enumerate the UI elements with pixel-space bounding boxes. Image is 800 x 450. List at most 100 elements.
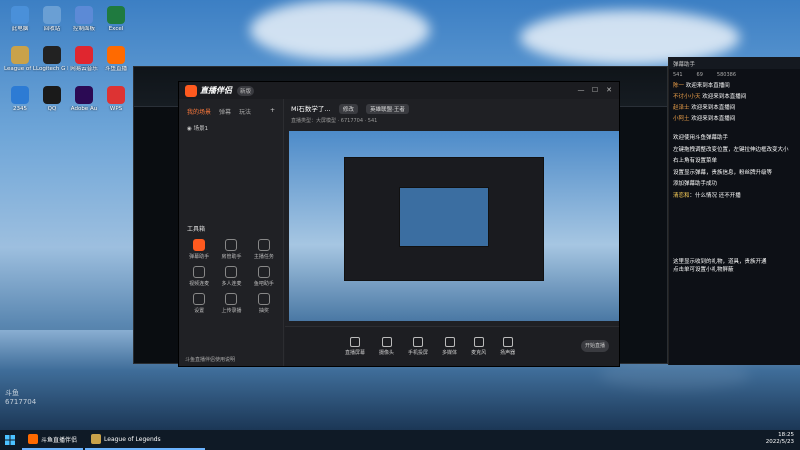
danmaku-title: 弹幕助手 <box>669 57 800 69</box>
app-name: 直播伴侣 <box>200 86 232 95</box>
fans-count: 69 <box>696 72 703 78</box>
tool-item[interactable]: 主播任务 <box>248 239 280 260</box>
tool-item[interactable]: 多人连麦 <box>215 266 247 287</box>
tool-item[interactable]: 视频连麦 <box>183 266 215 287</box>
app-titlebar: 直播伴侣 新版 — ☐ ✕ <box>179 82 619 99</box>
add-scene-icon[interactable]: + <box>270 107 275 116</box>
danmaku-notice: 欢迎使用斗鱼弹幕助手 <box>673 135 729 141</box>
source-button[interactable]: 扬声器 <box>500 337 515 356</box>
stream-meta: 直播类型：大屏模型 · 6717704 · 541 <box>291 118 378 124</box>
system-clock[interactable]: 18:25 2022/5/23 <box>766 432 794 446</box>
app-main-area: Mi石数学了... 修改 英雄联盟·王者 直播类型：大屏模型 · 6717704… <box>285 99 619 366</box>
source-button[interactable]: 麦克风 <box>471 337 486 356</box>
streaming-app-window[interactable]: 直播伴侣 新版 — ☐ ✕ 我的场景 弹幕 玩法 + ◉ 场景1 工具箱 弹幕助… <box>178 81 620 367</box>
scene-item[interactable]: ◉ 场景1 <box>179 120 283 136</box>
tool-item[interactable]: 上传录播 <box>215 293 247 314</box>
windows-start-icon[interactable] <box>0 430 20 450</box>
danmaku-panel[interactable]: 弹幕助手 541 69 580386 陈一 欢迎来到本直播间不讨小小天 欢迎来到… <box>668 57 800 365</box>
desktop-icon-label: WPS <box>109 106 123 112</box>
desktop-icon[interactable]: Logitech G HUB <box>36 46 68 72</box>
tool-icon <box>225 293 238 305</box>
desktop-icon[interactable]: 斗鱼直播 <box>100 46 132 72</box>
tab-danmaku[interactable]: 弹幕 <box>219 107 231 116</box>
app-logo-icon <box>185 84 197 97</box>
taskbar-item-douyu[interactable]: 斗鱼直播伴侣 <box>22 430 84 450</box>
desktop-icon-image <box>75 86 93 104</box>
desktop-icon-image <box>43 46 61 64</box>
danmaku-message: 赵泽士 欢迎来到本直播间 <box>669 103 800 114</box>
start-live-button[interactable]: 开始直播 <box>581 340 609 352</box>
danmaku-user: 不讨小小天 <box>673 94 701 100</box>
desktop-icon-image <box>75 6 93 24</box>
desktop-icon[interactable]: 控制面板 <box>68 6 100 32</box>
stream-info: Mi石数学了... 修改 英雄联盟·王者 直播类型：大屏模型 · 6717704… <box>285 99 619 125</box>
desktop-icon[interactable]: Adobe Au <box>68 86 100 112</box>
danmaku-stats: 541 69 580386 <box>669 69 800 81</box>
source-icon <box>444 337 455 347</box>
desktop-icon-label: 此电脑 <box>11 26 29 32</box>
source-button[interactable]: 摄像头 <box>379 337 394 356</box>
desktop-icon[interactable]: League of Legends <box>4 46 36 72</box>
tool-icon <box>193 239 206 251</box>
tool-label: 视频连麦 <box>189 281 210 287</box>
danmaku-notice-line: 设置显示弹幕，贵族信息，粉丝牌升级等 <box>673 169 773 176</box>
minimize-icon[interactable]: — <box>577 86 585 94</box>
source-label: 摄像头 <box>379 350 395 356</box>
desktop-icon[interactable]: 此电脑 <box>4 6 36 32</box>
source-label: 多媒体 <box>442 350 458 356</box>
desktop-icon[interactable]: 网易云音乐 <box>68 46 100 72</box>
stream-preview[interactable] <box>289 131 619 321</box>
desktop-icon-label: 网易云音乐 <box>70 66 98 72</box>
desktop-icon-image <box>107 46 125 64</box>
tool-item[interactable]: 鱼吧助手 <box>248 266 280 287</box>
edit-title-button[interactable]: 修改 <box>338 104 358 114</box>
danmaku-text: 欢迎来到本直播间 <box>691 105 736 111</box>
tab-scenes[interactable]: 我的场景 <box>187 107 211 116</box>
desktop-icon-label: 斗鱼直播 <box>104 66 127 72</box>
danmaku-message: 小阿土 欢迎来到本直播间 <box>669 114 800 125</box>
source-button[interactable]: 直播屏幕 <box>345 337 365 356</box>
source-label: 手机投屏 <box>408 350 429 356</box>
desktop-icon[interactable]: 2345 <box>4 86 36 112</box>
tool-icon <box>257 293 270 305</box>
danmaku-notice-lines: 左键拖拽调整改变位置，左键拉伸边框改变大小 右上角有设置菜单 设置显示弹幕，贵族信息… <box>669 145 800 191</box>
source-icon <box>381 337 392 347</box>
cloud <box>250 0 430 60</box>
tool-label: 多人连麦 <box>221 281 242 287</box>
taskbar-item-lol[interactable]: League of Legends <box>85 430 206 450</box>
tool-item[interactable]: 设置 <box>183 293 215 314</box>
toolbox-grid: 弹幕助手 房管助手 主播任务视频连麦 多人连麦 鱼吧助手设置 上传录播 抽奖 <box>183 239 280 314</box>
desktop-icon[interactable]: 回收站 <box>36 6 68 32</box>
source-label: 直播屏幕 <box>345 350 366 356</box>
viewer-count: 541 <box>673 72 683 78</box>
tool-item[interactable]: 抽奖 <box>248 293 280 314</box>
desktop-icon-label: Adobe Au <box>70 106 98 112</box>
desktop-icon-label: QQ <box>47 106 57 112</box>
tool-label: 鱼吧助手 <box>253 281 274 287</box>
source-button[interactable]: 多媒体 <box>442 337 457 356</box>
desktop-icon-image <box>107 6 125 24</box>
gift-notice: 这里显示收到的礼物，道具，贵族开通 点击单可设置小礼物屏蔽 <box>673 259 767 273</box>
tool-icon <box>257 266 270 278</box>
tool-label: 弹幕助手 <box>189 254 210 260</box>
category-button[interactable]: 英雄联盟·王者 <box>366 104 409 114</box>
desktop-icon[interactable]: WPS <box>100 86 132 112</box>
douyu-icon <box>28 434 38 444</box>
desktop-icon-image <box>107 86 125 104</box>
desktop-icon-image <box>75 46 93 64</box>
tool-icon <box>257 239 270 251</box>
maximize-icon[interactable]: ☐ <box>591 86 599 94</box>
danmaku-message: 陈一 欢迎来到本直播间 <box>669 81 800 92</box>
live-room-watermark: 斗鱼 6717704 <box>5 389 37 406</box>
close-icon[interactable]: ✕ <box>605 86 613 94</box>
desktop-icon[interactable]: QQ <box>36 86 68 112</box>
tool-label: 主播任务 <box>253 254 274 260</box>
source-button[interactable]: 手机投屏 <box>408 337 428 356</box>
tab-play[interactable]: 玩法 <box>239 107 251 116</box>
league-client-sidebar <box>134 107 178 363</box>
help-link[interactable]: 斗鱼直播伴侣使用说明 <box>185 356 235 363</box>
app-left-panel: 我的场景 弹幕 玩法 + ◉ 场景1 工具箱 弹幕助手 房管助手 主播任务 视频连麦 多… <box>179 99 284 366</box>
desktop-icon[interactable]: Excel <box>100 6 132 32</box>
tool-item[interactable]: 弹幕助手 <box>183 239 215 260</box>
tool-item[interactable]: 房管助手 <box>215 239 247 260</box>
